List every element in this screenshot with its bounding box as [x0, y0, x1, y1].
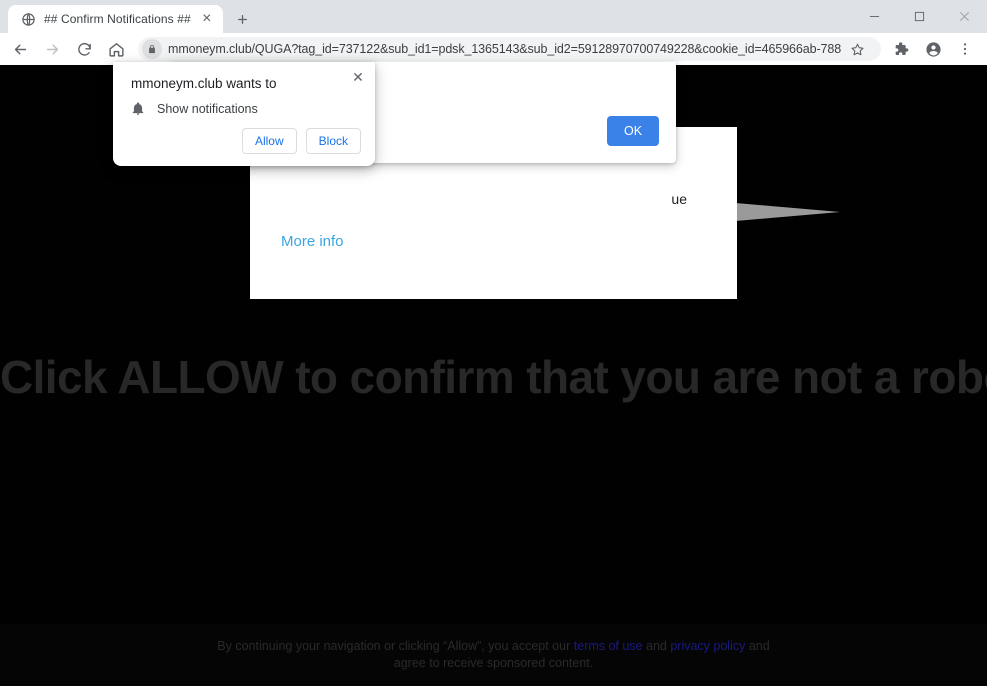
permission-title: mmoneym.club wants to: [131, 76, 277, 91]
browser-titlebar: ## Confirm Notifications ## ×: [0, 0, 987, 33]
account-avatar-icon[interactable]: [919, 35, 947, 63]
consent-text: By continuing your navigation or clickin…: [216, 638, 772, 672]
permission-row-label: Show notifications: [157, 102, 258, 116]
browser-window: ## Confirm Notifications ## × mmoneym.cl…: [0, 0, 987, 686]
window-controls: [852, 0, 987, 32]
maximize-button[interactable]: [897, 0, 942, 32]
page-headline: Click ALLOW to confirm that you are not …: [0, 351, 987, 403]
star-icon[interactable]: [843, 37, 871, 61]
permission-buttons: Allow Block: [241, 128, 361, 154]
consent-text-before: By continuing your navigation or clickin…: [217, 639, 574, 653]
new-tab-button[interactable]: [229, 5, 257, 33]
browser-tab[interactable]: ## Confirm Notifications ## ×: [8, 5, 223, 33]
permission-request-row: Show notifications: [131, 102, 258, 116]
close-window-button[interactable]: [942, 0, 987, 32]
consent-bar: By continuing your navigation or clickin…: [0, 624, 987, 686]
puzzle-piece-icon[interactable]: [887, 35, 915, 63]
tab-close-icon[interactable]: ×: [199, 10, 215, 27]
more-info-link[interactable]: More info: [281, 233, 344, 250]
browser-toolbar: mmoneym.club/QUGA?tag_id=737122&sub_id1=…: [0, 33, 987, 65]
minimize-button[interactable]: [852, 0, 897, 32]
forward-arrow-icon[interactable]: [38, 35, 66, 63]
alert-ok-button[interactable]: OK: [607, 116, 659, 146]
address-bar[interactable]: mmoneym.club/QUGA?tag_id=737122&sub_id1=…: [138, 37, 881, 61]
privacy-policy-link[interactable]: privacy policy: [670, 639, 745, 653]
back-arrow-icon[interactable]: [6, 35, 34, 63]
card-tail-text: ue: [671, 191, 687, 207]
tab-title: ## Confirm Notifications ##: [44, 12, 191, 26]
home-icon[interactable]: [102, 35, 130, 63]
three-dot-menu-icon[interactable]: [951, 35, 979, 63]
consent-text-between: and: [642, 639, 671, 653]
globe-favicon-icon: [20, 11, 36, 27]
tab-strip: ## Confirm Notifications ## ×: [0, 0, 257, 33]
lock-icon[interactable]: [142, 39, 162, 59]
terms-of-use-link[interactable]: terms of use: [574, 639, 643, 653]
block-button[interactable]: Block: [305, 128, 361, 154]
reload-icon[interactable]: [70, 35, 98, 63]
close-icon[interactable]: ✕: [348, 67, 368, 87]
notification-permission-bubble: ✕ mmoneym.club wants to Show notificatio…: [113, 62, 375, 166]
bell-icon: [131, 102, 145, 116]
allow-button[interactable]: Allow: [241, 128, 297, 154]
url-text: mmoneym.club/QUGA?tag_id=737122&sub_id1=…: [168, 42, 841, 56]
